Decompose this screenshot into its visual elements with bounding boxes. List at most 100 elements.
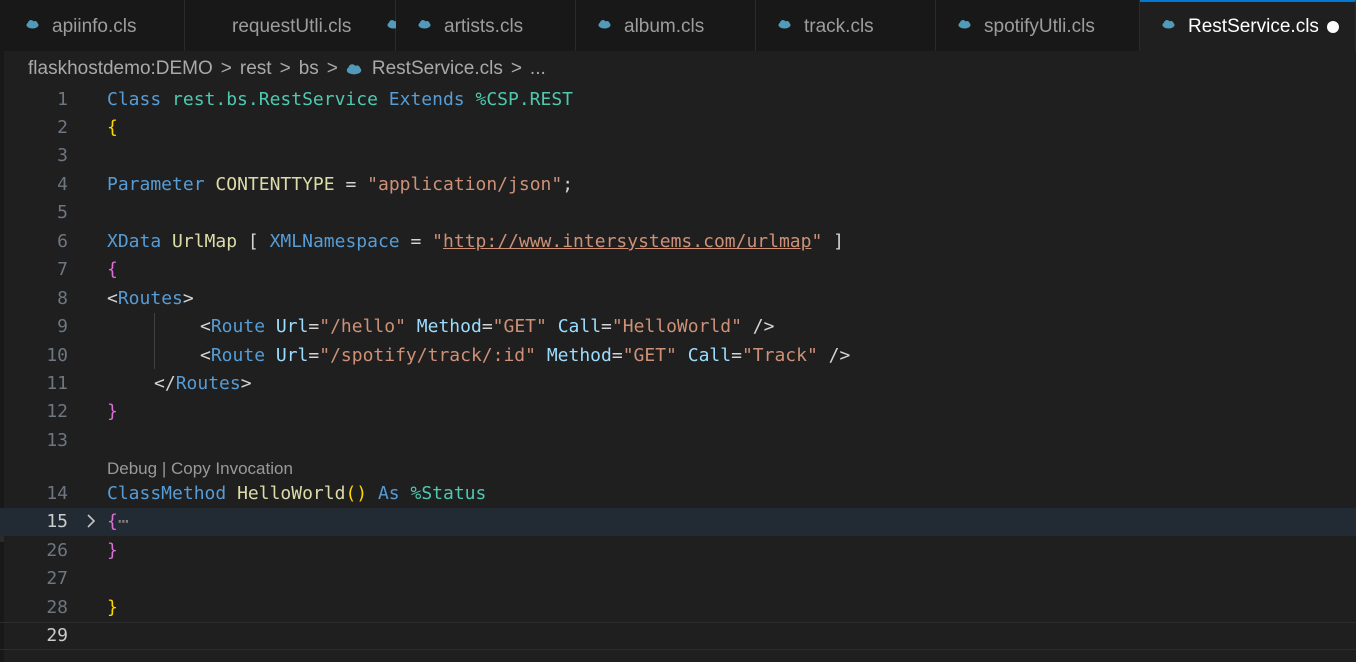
line-number: 15: [46, 511, 68, 532]
code-text[interactable]: XData UrlMap [ XMLNamespace = "http://ww…: [107, 228, 844, 256]
code-line[interactable]: 10 <Route Url="/spotify/track/:id" Metho…: [0, 342, 1356, 370]
token-brace: }: [107, 540, 118, 561]
code-text[interactable]: {⋯: [107, 508, 129, 536]
code-line[interactable]: 4 Parameter CONTENTTYPE = "application/j…: [0, 171, 1356, 199]
line-number: 4: [57, 174, 68, 195]
chevron-right-icon: >: [279, 58, 291, 79]
code-line[interactable]: 7 {: [0, 256, 1356, 284]
tab-label: track.cls: [804, 16, 874, 37]
tab-label: spotifyUtli.cls: [984, 16, 1095, 37]
tab-album[interactable]: album.cls: [576, 0, 756, 51]
code-text[interactable]: Class rest.bs.RestService Extends %CSP.R…: [107, 86, 573, 114]
code-line[interactable]: 13: [0, 427, 1356, 455]
codelens: Debug | Copy Invocation: [107, 458, 293, 480]
token-attr: Method: [416, 316, 482, 337]
code-text[interactable]: }: [107, 594, 118, 622]
code-text[interactable]: {: [107, 114, 118, 142]
token-attr: Method: [546, 345, 612, 366]
line-number: 7: [57, 259, 68, 280]
cloud-file-icon: [778, 20, 791, 29]
code-line[interactable]: 2 {: [0, 114, 1356, 142]
line-number: 29: [46, 625, 68, 646]
code-line[interactable]: 1 Class rest.bs.RestService Extends %CSP…: [0, 86, 1356, 114]
code-line[interactable]: 6 XData UrlMap [ XMLNamespace = "http://…: [0, 228, 1356, 256]
token-operator: =: [308, 345, 320, 366]
token-string: "GET": [492, 316, 547, 337]
unsaved-dot-icon[interactable]: [1327, 21, 1339, 33]
token-keyword: Class: [107, 89, 162, 110]
tab-apiinfo[interactable]: apiinfo.cls: [4, 0, 185, 51]
token-string: "HelloWorld": [611, 316, 742, 337]
code-line[interactable]: 27: [0, 565, 1356, 593]
code-text[interactable]: <Route Url="/hello" Method="GET" Call="H…: [200, 313, 774, 341]
code-line[interactable]: 11 </Routes>: [0, 370, 1356, 398]
tab-spotifyutli[interactable]: spotifyUtli.cls: [936, 0, 1140, 51]
code-line[interactable]: 14 ClassMethod HelloWorld() As %Status: [0, 480, 1356, 508]
token-keyword: As: [377, 483, 400, 504]
breadcrumb-item-rest[interactable]: rest: [240, 58, 272, 80]
token-tag-bracket: <: [107, 288, 118, 309]
chevron-right-fold-icon[interactable]: [86, 514, 96, 528]
codelens-debug-link[interactable]: Debug: [107, 459, 157, 478]
code-line[interactable]: 28 }: [0, 594, 1356, 622]
tab-restservice[interactable]: RestService.cls: [1140, 0, 1356, 51]
code-line[interactable]: 12 }: [0, 398, 1356, 426]
token-method-name: HelloWorld: [237, 483, 346, 504]
line-number: 8: [57, 288, 68, 309]
code-line-current[interactable]: 29: [0, 622, 1356, 650]
token-keyword: XData: [107, 231, 162, 252]
token-keyword: ClassMethod: [107, 483, 227, 504]
code-line-folded[interactable]: 15 {⋯: [0, 508, 1356, 536]
tab-artists[interactable]: artists.cls: [396, 0, 576, 51]
token-string: "Track": [741, 345, 818, 366]
token-tag-bracket: >: [240, 373, 252, 394]
line-number: 13: [46, 430, 68, 451]
breadcrumb-item-workspace[interactable]: flaskhostdemo:DEMO: [28, 58, 213, 80]
breadcrumb-item-file[interactable]: RestService.cls: [372, 58, 503, 80]
breadcrumb-item-symbol[interactable]: ...: [530, 58, 546, 80]
token-operator: =: [410, 231, 422, 252]
cloud-file-icon: [346, 64, 362, 75]
line-number: 10: [46, 345, 68, 366]
cloud-file-icon: [26, 20, 39, 29]
code-text[interactable]: </Routes>: [154, 370, 252, 398]
token-parameter: CONTENTTYPE: [215, 174, 335, 195]
breadcrumb-item-bs[interactable]: bs: [299, 58, 319, 80]
line-number: 27: [46, 568, 68, 589]
folded-ellipsis-icon[interactable]: ⋯: [118, 511, 129, 532]
tab-track[interactable]: track.cls: [756, 0, 936, 51]
code-line[interactable]: 3: [0, 142, 1356, 170]
tab-requestutli[interactable]: requestUtli.cls: [185, 0, 400, 51]
token-tag-bracket: </: [154, 373, 176, 394]
token-punct: ;: [562, 174, 574, 195]
codelens-copy-invocation-link[interactable]: Copy Invocation: [171, 459, 293, 478]
token-brace: {: [107, 511, 118, 532]
code-text[interactable]: }: [107, 537, 118, 565]
code-text[interactable]: {: [107, 256, 118, 284]
code-text[interactable]: <Routes>: [107, 285, 194, 313]
code-text[interactable]: <Route Url="/spotify/track/:id" Method="…: [200, 342, 850, 370]
token-tag-bracket: >: [182, 288, 194, 309]
token-brace: {: [107, 259, 118, 280]
token-operator: =: [481, 316, 493, 337]
token-attr: Call: [687, 345, 732, 366]
code-line[interactable]: 26 }: [0, 537, 1356, 565]
line-number: 28: [46, 597, 68, 618]
code-text[interactable]: }: [107, 398, 118, 426]
token-bracket: ]: [833, 231, 845, 252]
token-bracket: [: [247, 231, 259, 252]
token-tag-bracket: />: [752, 316, 775, 337]
line-number: 3: [57, 145, 68, 166]
code-text[interactable]: ClassMethod HelloWorld() As %Status: [107, 480, 486, 508]
tab-label: requestUtli.cls: [232, 16, 352, 37]
url-link[interactable]: http://www.intersystems.com/urlmap: [443, 231, 811, 252]
code-line[interactable]: 9 <Route Url="/hello" Method="GET" Call=…: [0, 313, 1356, 341]
code-text[interactable]: Parameter CONTENTTYPE = "application/jso…: [107, 171, 573, 199]
code-line[interactable]: 8 <Routes>: [0, 285, 1356, 313]
token-string: ": [432, 231, 444, 252]
code-line[interactable]: 5: [0, 199, 1356, 227]
token-attr: Url: [275, 316, 309, 337]
token-parens: (): [345, 483, 368, 504]
line-number: 2: [57, 117, 68, 138]
token-tag: Routes: [175, 373, 241, 394]
